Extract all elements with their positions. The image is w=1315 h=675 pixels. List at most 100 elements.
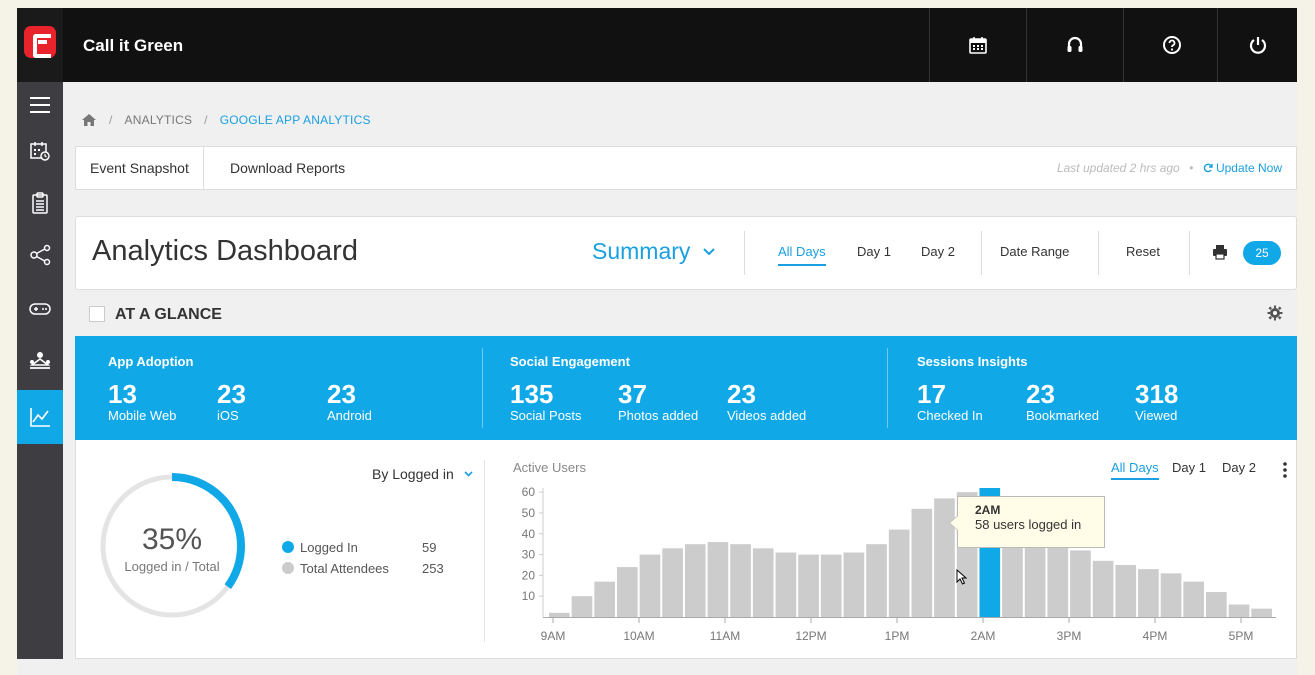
stat-caption: Videos added xyxy=(727,408,807,423)
chart-tab-day-1[interactable]: Day 1 xyxy=(1172,460,1206,475)
mouse-cursor-icon xyxy=(956,569,968,585)
stat-caption: Checked In xyxy=(917,408,983,423)
divider xyxy=(1098,231,1099,275)
stat-videos-added: 23 Videos added xyxy=(727,380,806,423)
divider xyxy=(484,460,485,642)
divider xyxy=(744,231,745,275)
stat-checked-in: 17 Checked In xyxy=(917,380,983,423)
sidebar-item-meetings[interactable] xyxy=(17,338,63,384)
stat-value: 13 xyxy=(108,379,137,409)
bar xyxy=(549,612,570,617)
app-window: Call it Green / ANALYTICS / GOOGLE APP A… xyxy=(17,8,1297,675)
stat-value: 23 xyxy=(1026,379,1055,409)
stat-social-posts: 135 Social Posts xyxy=(510,380,582,423)
update-now-label: Update Now xyxy=(1215,161,1282,175)
bar xyxy=(684,544,706,617)
settings-button[interactable] xyxy=(1267,305,1283,326)
bar xyxy=(730,544,751,617)
filter-day-2[interactable]: Day 2 xyxy=(921,244,955,259)
filter-date-range[interactable]: Date Range xyxy=(1000,244,1069,259)
filter-day-1[interactable]: Day 1 xyxy=(857,244,891,259)
stat-caption: Mobile Web xyxy=(108,408,177,423)
bar xyxy=(1228,604,1250,617)
stat-value: 135 xyxy=(510,379,554,409)
bar xyxy=(820,554,842,617)
glance-label: AT A GLANCE xyxy=(115,306,222,323)
sidebar-item-schedule[interactable] xyxy=(17,128,63,174)
refresh-icon xyxy=(1203,163,1213,173)
reset-button[interactable]: Reset xyxy=(1126,244,1160,259)
x-tick-label: 10AM xyxy=(623,629,654,643)
event-calendar-icon xyxy=(30,142,50,161)
app-adoption-group: App Adoption 13 Mobile Web 23 iOS 23 Androi… xyxy=(75,336,480,440)
stat-value: 318 xyxy=(1135,379,1179,409)
bar xyxy=(571,596,593,617)
y-tick-label: 50 xyxy=(522,506,536,520)
legend-dot xyxy=(282,541,294,553)
bar xyxy=(1115,564,1137,617)
bar xyxy=(616,567,638,617)
bar xyxy=(1183,581,1205,617)
stat-caption: Social Posts xyxy=(510,408,582,423)
summary-label: Summary xyxy=(592,238,691,264)
x-tick-label: 1PM xyxy=(885,629,910,643)
stat-caption: Bookmarked xyxy=(1026,408,1099,423)
logout-button[interactable] xyxy=(1217,8,1297,82)
logo-icon xyxy=(24,26,56,58)
bar xyxy=(752,548,774,617)
chart-tab-day-2[interactable]: Day 2 xyxy=(1222,460,1256,475)
summary-dropdown[interactable]: Summary xyxy=(592,238,715,265)
y-tick-label: 30 xyxy=(522,548,536,562)
sidebar-menu-toggle[interactable] xyxy=(17,82,63,128)
active-users-title: Active Users xyxy=(513,460,586,475)
sidebar-item-games[interactable] xyxy=(17,286,63,332)
calendar-button[interactable] xyxy=(929,8,1025,82)
bar xyxy=(1206,592,1227,617)
dashboard-header: Analytics Dashboard Summary All Days Day… xyxy=(75,216,1297,290)
glance-checkbox[interactable] xyxy=(89,306,105,322)
stat-caption: Photos added xyxy=(618,408,699,423)
sessions-insights-group: Sessions Insights 17 Checked In 23 Bookmar… xyxy=(884,336,1289,440)
group-title: Social Engagement xyxy=(510,354,630,369)
print-button[interactable] xyxy=(1212,244,1228,265)
by-logged-in-dropdown[interactable]: By Logged in xyxy=(372,466,473,482)
gear-icon xyxy=(1267,305,1283,321)
bar xyxy=(1070,550,1091,617)
meeting-icon xyxy=(29,352,51,369)
share-icon xyxy=(30,244,51,266)
x-tick-label: 5PM xyxy=(1229,629,1254,643)
count-badge[interactable]: 25 xyxy=(1243,241,1281,265)
filter-all-days[interactable]: All Days xyxy=(778,244,826,266)
legend-dot xyxy=(282,562,294,574)
bar xyxy=(866,544,887,617)
help-button[interactable] xyxy=(1123,8,1219,82)
stat-value: 23 xyxy=(327,379,356,409)
sidebar-item-social[interactable] xyxy=(17,232,63,278)
sidebar xyxy=(17,82,63,675)
app-title: Call it Green xyxy=(83,36,184,55)
group-title: Sessions Insights xyxy=(917,354,1028,369)
login-percentage-caption: Logged in / Total xyxy=(124,559,220,574)
y-tick-label: 40 xyxy=(522,527,536,541)
home-icon[interactable] xyxy=(81,113,97,127)
tab-event-snapshot[interactable]: Event Snapshot xyxy=(76,147,204,189)
x-tick-label: 3PM xyxy=(1057,629,1082,643)
update-now-link[interactable]: Update Now xyxy=(1203,161,1282,175)
printer-icon xyxy=(1213,245,1227,260)
support-button[interactable] xyxy=(1026,8,1122,82)
y-tick-label: 20 xyxy=(522,568,536,582)
sidebar-item-tasks[interactable] xyxy=(17,180,63,226)
bar xyxy=(798,554,819,617)
app-logo[interactable] xyxy=(17,8,63,82)
tab-download-reports[interactable]: Download Reports xyxy=(216,147,359,189)
chart-tab-all-days[interactable]: All Days xyxy=(1111,460,1159,480)
chevron-down-icon xyxy=(464,471,473,477)
login-percentage: 35% xyxy=(141,523,203,556)
breadcrumb: / ANALYTICS / GOOGLE APP ANALYTICS xyxy=(81,113,371,127)
sidebar-item-analytics[interactable] xyxy=(17,390,63,444)
breadcrumb-analytics[interactable]: ANALYTICS xyxy=(125,113,193,127)
legend-value: 59 xyxy=(422,540,437,555)
chart-tooltip: 2AM 58 users logged in xyxy=(949,496,1105,548)
x-tick-label: 2AM xyxy=(971,629,996,643)
clipboard-icon xyxy=(32,192,48,214)
